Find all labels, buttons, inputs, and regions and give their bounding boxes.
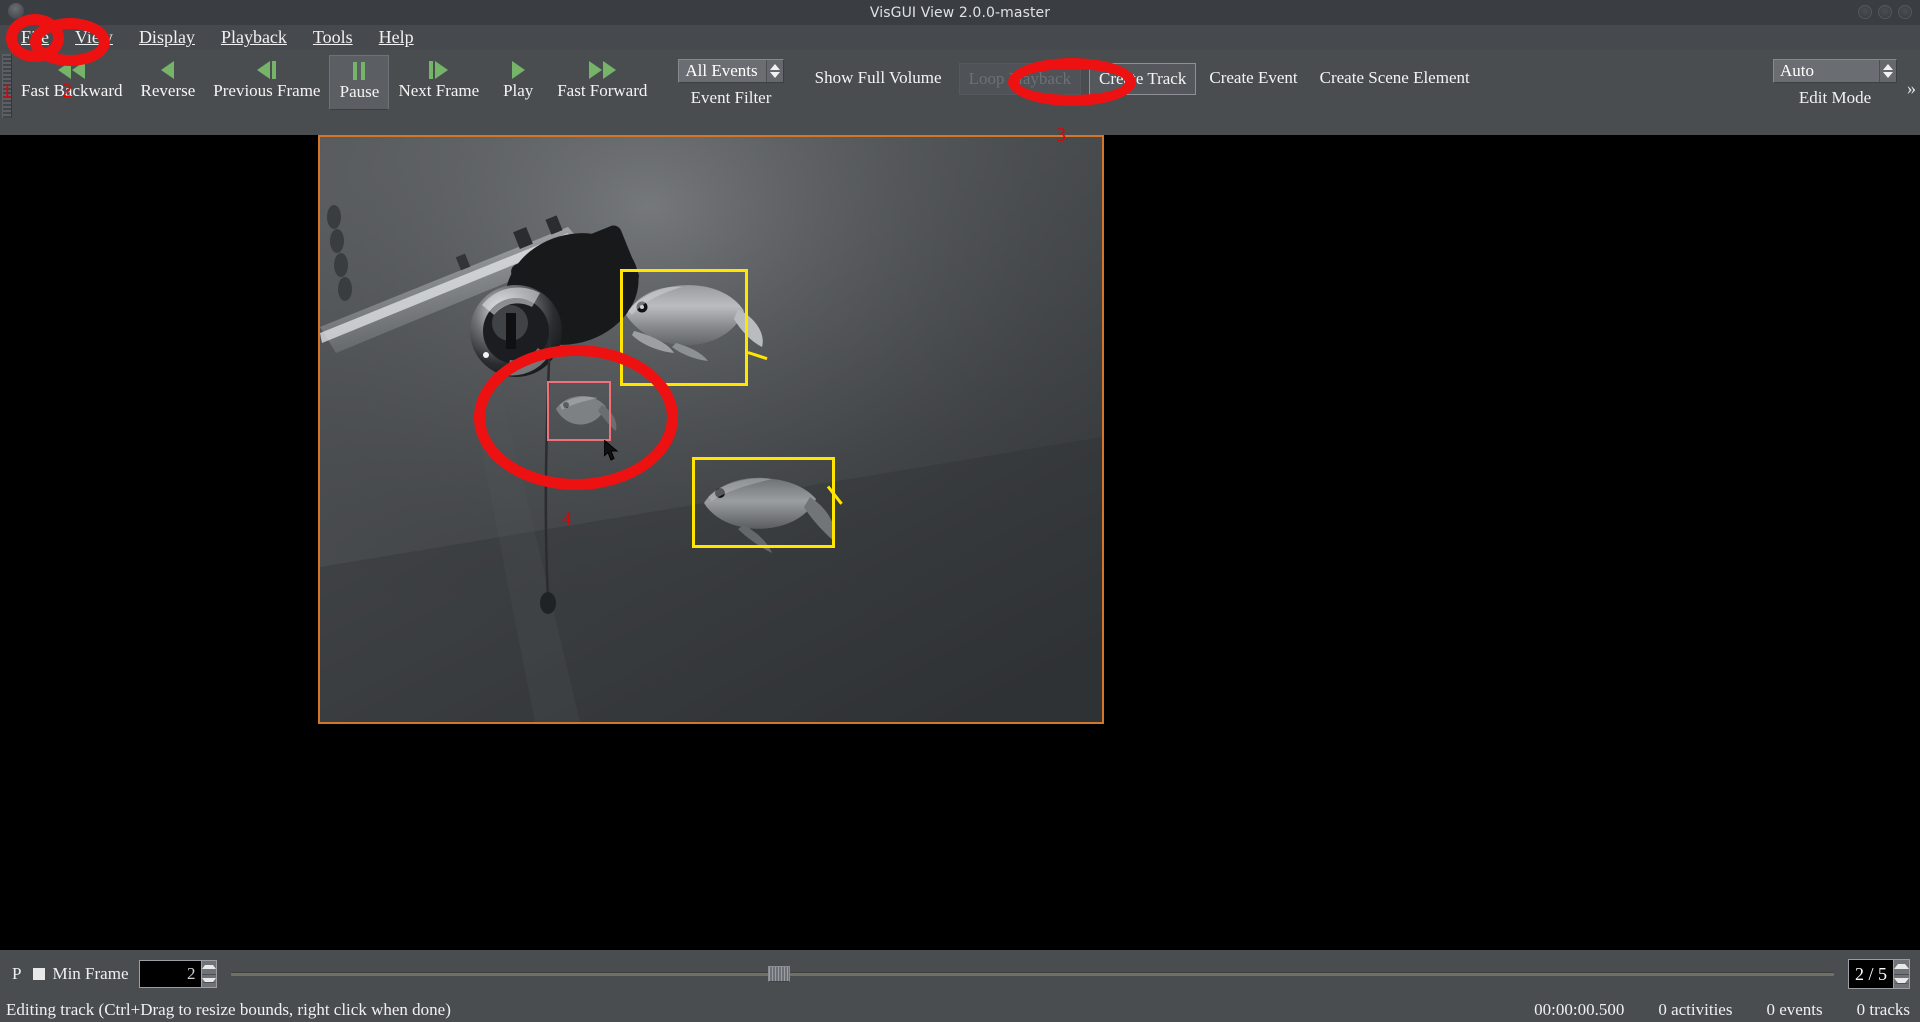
previous-frame-label: Previous Frame bbox=[213, 81, 321, 100]
edit-mode-group: Auto Edit Mode bbox=[1773, 59, 1897, 108]
p-label: P bbox=[12, 964, 22, 983]
highlight-create-track bbox=[1008, 58, 1136, 106]
menu-playback-label: Playback bbox=[220, 27, 287, 47]
menu-tools-label: Tools bbox=[312, 27, 353, 47]
highlight-selected-box bbox=[474, 345, 678, 490]
annotation-number-4: 4 bbox=[562, 508, 572, 530]
min-frame-label: Min Frame bbox=[52, 964, 129, 983]
next-frame-label: Next Frame bbox=[398, 81, 480, 100]
play-label: Play bbox=[503, 81, 534, 100]
pause-label: Pause bbox=[339, 82, 380, 101]
video-image bbox=[320, 137, 1102, 722]
create-event-button[interactable]: Create Event bbox=[1200, 63, 1306, 93]
fast-forward-icon bbox=[588, 59, 616, 81]
frame-counter-value: 2 / 5 bbox=[1854, 963, 1887, 984]
min-frame-value: 2 bbox=[187, 964, 196, 983]
event-filter-group: All Events Event Filter bbox=[678, 59, 784, 108]
playback-control-bar: P Min Frame 2 2 / 5 bbox=[0, 950, 1920, 998]
menu-playback[interactable]: Playback bbox=[208, 25, 300, 50]
track-box-fish-bottom[interactable] bbox=[692, 457, 835, 548]
edit-mode-spinner-icon[interactable] bbox=[1879, 60, 1896, 82]
previous-frame-button[interactable]: Previous Frame bbox=[204, 55, 329, 110]
annotation-number-1: 1 bbox=[2, 80, 12, 102]
menu-help[interactable]: Help bbox=[366, 25, 427, 50]
min-frame-spinbox[interactable]: 2 bbox=[138, 960, 201, 988]
timeline-slider[interactable] bbox=[230, 961, 1834, 987]
timeline-track[interactable] bbox=[230, 972, 1834, 976]
show-full-volume-button[interactable]: Show Full Volume bbox=[806, 63, 951, 93]
menu-tools[interactable]: Tools bbox=[300, 25, 366, 50]
next-frame-button[interactable]: Next Frame bbox=[389, 55, 488, 110]
annotation-number-2: 2 bbox=[62, 80, 72, 102]
window-title: VisGUI View 2.0.0-master bbox=[869, 4, 1051, 21]
create-scene-element-button[interactable]: Create Scene Element bbox=[1311, 63, 1479, 93]
frame-counter-spinbox[interactable]: 2 / 5 bbox=[1847, 959, 1910, 989]
menu-display[interactable]: Display bbox=[126, 25, 208, 50]
event-filter-label: Event Filter bbox=[690, 88, 772, 107]
event-filter-value: All Events bbox=[685, 61, 758, 80]
title-bar: VisGUI View 2.0.0-master bbox=[0, 0, 1920, 25]
event-filter-combo[interactable]: All Events bbox=[678, 59, 784, 83]
min-frame-checkbox[interactable] bbox=[33, 968, 46, 980]
pause-icon bbox=[353, 60, 366, 82]
reverse-label: Reverse bbox=[140, 81, 196, 100]
frame-counter-spinner-icon[interactable] bbox=[1893, 960, 1909, 988]
reverse-button[interactable]: Reverse bbox=[132, 55, 205, 110]
menu-bar: File View Display Playback Tools Help bbox=[0, 25, 1920, 50]
status-bar: Editing track (Ctrl+Drag to resize bound… bbox=[0, 998, 1920, 1022]
maximize-button[interactable] bbox=[1878, 5, 1892, 19]
event-filter-spinner-icon[interactable] bbox=[765, 60, 783, 82]
video-stage[interactable] bbox=[0, 135, 1920, 930]
minimize-button[interactable] bbox=[1858, 5, 1872, 19]
annotation-number-3: 3 bbox=[1056, 124, 1066, 146]
edit-mode-value: Auto bbox=[1780, 61, 1814, 80]
pause-button[interactable]: Pause bbox=[329, 55, 390, 110]
fast-forward-label: Fast Forward bbox=[557, 81, 648, 100]
menu-display-label: Display bbox=[138, 27, 195, 47]
fast-forward-button[interactable]: Fast Forward bbox=[548, 55, 656, 110]
reverse-icon bbox=[161, 59, 175, 81]
timeline-handle[interactable] bbox=[767, 966, 790, 982]
status-tracks: 0 tracks bbox=[1856, 1000, 1910, 1019]
video-frame[interactable] bbox=[318, 135, 1104, 724]
status-events: 0 events bbox=[1766, 1000, 1823, 1019]
main-toolbar: Fast Backward Reverse Previous Frame Pau… bbox=[0, 50, 1920, 135]
edit-mode-label: Edit Mode bbox=[1798, 88, 1872, 107]
window-controls bbox=[1858, 5, 1912, 19]
status-message: Editing track (Ctrl+Drag to resize bound… bbox=[6, 1000, 451, 1019]
play-button[interactable]: Play bbox=[488, 55, 548, 110]
menu-help-label: Help bbox=[378, 27, 414, 47]
next-frame-icon bbox=[429, 59, 449, 81]
edit-mode-combo[interactable]: Auto bbox=[1773, 59, 1897, 83]
toolbar-overflow-icon[interactable]: » bbox=[1907, 78, 1920, 99]
status-counters: 00:00:00.500 0 activities 0 events 0 tra… bbox=[1534, 1000, 1920, 1020]
previous-frame-icon bbox=[257, 59, 277, 81]
play-icon bbox=[511, 59, 525, 81]
status-timecode: 00:00:00.500 bbox=[1534, 1000, 1625, 1019]
application-window: VisGUI View 2.0.0-master File View Displ… bbox=[0, 0, 1920, 1022]
close-button[interactable] bbox=[1898, 5, 1912, 19]
min-frame-spinner-icon[interactable] bbox=[200, 960, 217, 988]
status-activities: 0 activities bbox=[1658, 1000, 1733, 1019]
highlight-view-menu bbox=[30, 18, 110, 66]
